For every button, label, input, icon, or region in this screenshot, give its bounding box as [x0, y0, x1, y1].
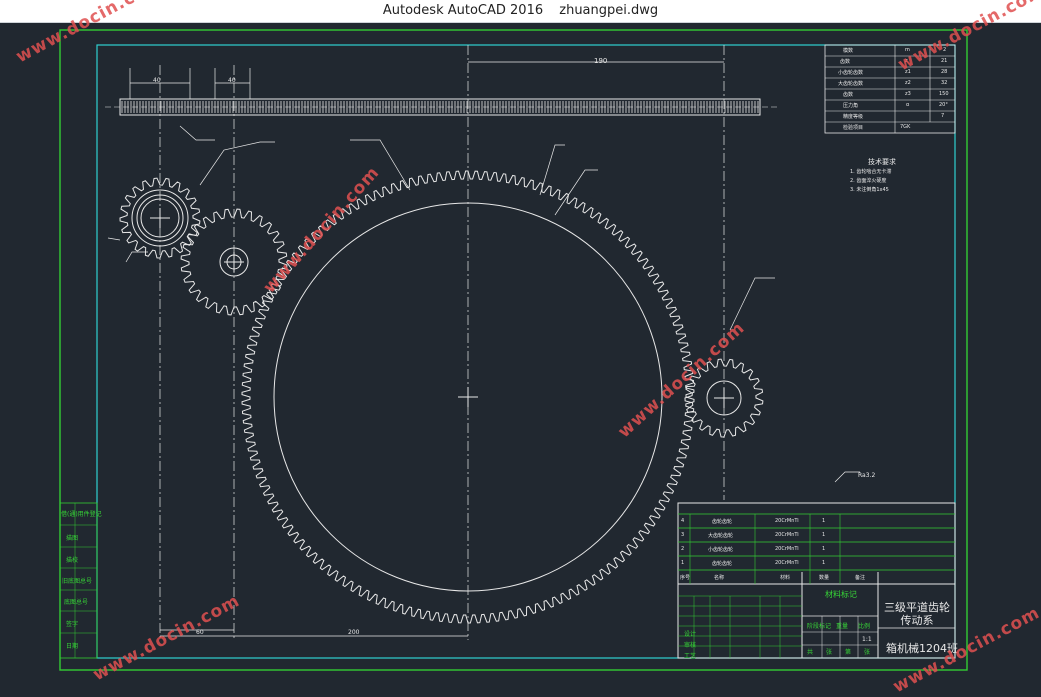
- center-lines: [159, 45, 725, 640]
- part-qty-2: 1: [822, 546, 826, 552]
- stamp-5: 底图总号: [64, 599, 89, 606]
- stamp-3: 描校: [66, 557, 79, 564]
- param-val-5: 150: [939, 91, 949, 97]
- hdr-material: 材料: [780, 575, 791, 581]
- hdr-no: 序号: [680, 575, 691, 581]
- tech-notes-title: 技术要求: [868, 158, 896, 166]
- rack: [105, 98, 780, 116]
- param-val-6: 20°: [939, 102, 948, 108]
- part-qty-4: 1: [822, 518, 826, 524]
- stamp-7: 日期: [66, 643, 79, 650]
- stamp-4: 旧底图总号: [62, 578, 93, 585]
- leaders: [107, 61, 860, 637]
- drawing-name: 三级平道齿轮传动系: [884, 601, 950, 627]
- inner-frame: [96, 44, 956, 659]
- part-no-2: 2: [681, 546, 685, 552]
- tech-note-3: 3. 未注倒角1x45: [850, 187, 889, 193]
- bottom-label-2: 张: [826, 649, 833, 656]
- part-spec-1: 20CrMnTi: [775, 560, 799, 566]
- bottom-label-3: 第: [845, 649, 852, 656]
- dim-top: 190: [594, 57, 608, 65]
- param-val-8: 7GK: [900, 124, 911, 130]
- param-name-1: 模数: [843, 48, 854, 54]
- stage-label-1: 阶段标记: [807, 623, 832, 630]
- stamp-6: 签字: [66, 621, 79, 628]
- param-name-2: 齿数: [840, 59, 851, 65]
- part-qty-3: 1: [822, 532, 826, 538]
- param-name-7: 精度等级: [843, 114, 864, 120]
- param-name-8: 检验项目: [843, 125, 864, 131]
- part-no-3: 3: [681, 532, 685, 538]
- roughness-label: Ra3.2: [858, 472, 876, 479]
- param-sym-4: z2: [905, 80, 911, 86]
- sign-row-1: 设计: [684, 631, 697, 638]
- title-bar: Autodesk AutoCAD 2016 zhuangpei.dwg: [0, 0, 1041, 23]
- part-name-3: 大齿轮齿轮: [708, 533, 734, 539]
- part-name-2: 小齿轮齿轮: [708, 547, 734, 553]
- param-val-4: 32: [941, 80, 948, 86]
- sign-row-2: 审核: [684, 642, 697, 649]
- dim-rack-b: 40: [228, 77, 236, 84]
- stage-label-3: 比例: [858, 623, 871, 630]
- part-qty-1: 1: [822, 560, 826, 566]
- tech-note-1: 1. 齿轮啮合无卡滞: [850, 169, 892, 175]
- param-name-6: 压力角: [843, 103, 859, 109]
- dim-rack-a: 40: [153, 77, 161, 84]
- param-val-2: 21: [941, 58, 948, 64]
- stamp-2: 描图: [66, 535, 79, 542]
- bottom-label-1: 共: [807, 649, 814, 656]
- scale-value: 1:1: [862, 636, 872, 643]
- part-no-1: 1: [681, 560, 685, 566]
- part-spec-4: 20CrMnTi: [775, 518, 799, 524]
- param-sym-6: α: [906, 102, 910, 108]
- hdr-note: 备注: [855, 575, 866, 581]
- part-no-4: 4: [681, 518, 685, 524]
- file-name: zhuangpei.dwg: [559, 3, 659, 18]
- stamp-1: 借(通)用件登记: [61, 511, 102, 518]
- dim-bottom-b: 200: [348, 629, 360, 636]
- bottom-label-4: 张: [864, 649, 871, 656]
- drawing-canvas[interactable]: [0, 22, 1041, 677]
- hdr-qty: 数量: [819, 575, 830, 581]
- part-name-4: 齿轮齿轮: [712, 519, 733, 525]
- param-name-5: 齿数: [843, 92, 854, 98]
- stage-label-2: 重量: [836, 623, 849, 630]
- sign-row-3: 工艺: [684, 653, 697, 660]
- part-name-1: 齿轮齿轮: [712, 561, 733, 567]
- param-name-4: 大齿轮齿数: [838, 81, 864, 87]
- gear-1: [119, 177, 201, 259]
- material-mark: 材料标记: [825, 590, 857, 599]
- outer-frame: [59, 29, 968, 671]
- part-spec-2: 20CrMnTi: [775, 546, 799, 552]
- param-sym-5: z3: [905, 91, 911, 97]
- tech-note-2: 2. 齿面淬火硬度: [850, 178, 887, 184]
- param-val-3: 28: [941, 69, 948, 75]
- param-val-7: 7: [941, 113, 945, 119]
- hdr-name: 名称: [714, 575, 725, 581]
- app-name: Autodesk AutoCAD 2016: [382, 3, 544, 18]
- window-title: Autodesk AutoCAD 2016 zhuangpei.dwg: [0, 3, 1041, 18]
- param-name-3: 小齿轮齿数: [838, 70, 864, 76]
- part-spec-3: 20CrMnTi: [775, 532, 799, 538]
